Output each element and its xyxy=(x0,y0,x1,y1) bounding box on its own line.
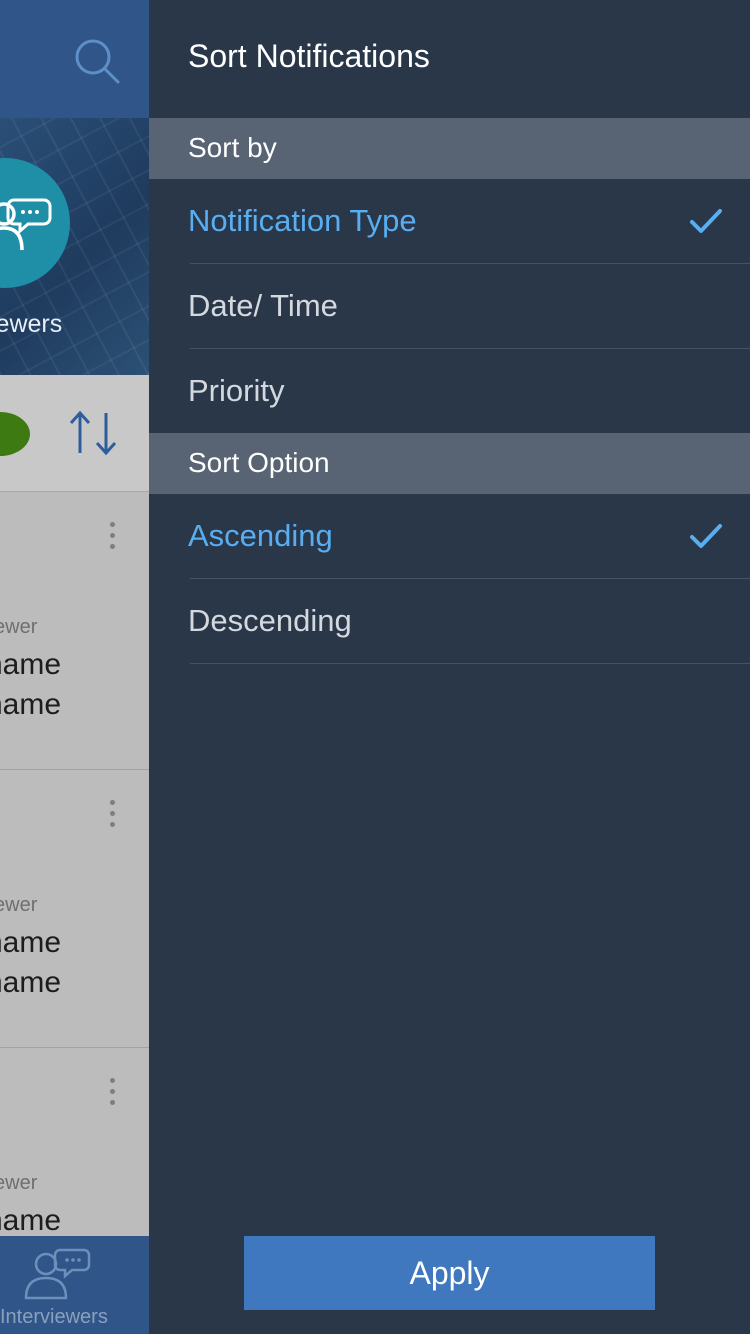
option-label: Date/ Time xyxy=(188,288,338,323)
search-icon[interactable] xyxy=(72,36,122,86)
filter-bar xyxy=(0,375,149,492)
sort-arrows-icon[interactable] xyxy=(66,409,124,459)
tab-bar: Interviewers xyxy=(0,1236,149,1334)
app-top-bar xyxy=(0,0,149,118)
interviewers-circle[interactable] xyxy=(0,158,70,288)
section-header-label: Sort Option xyxy=(188,447,330,478)
card-role: ewer xyxy=(0,894,38,916)
option-label: Priority xyxy=(188,373,285,408)
hero-banner: iewers xyxy=(0,118,149,375)
option-label: Notification Type xyxy=(188,203,417,238)
section-header-label: Sort by xyxy=(188,132,277,163)
option-label: Descending xyxy=(188,603,352,638)
option-date-time[interactable]: Date/ Time xyxy=(149,264,750,349)
more-vertical-icon[interactable] xyxy=(110,522,120,555)
option-notification-type[interactable]: Notification Type xyxy=(149,179,750,264)
list-item[interactable]: ewer name name xyxy=(0,770,149,1048)
card-name-line: name xyxy=(0,926,62,959)
section-header-sort-option: Sort Option xyxy=(149,433,750,494)
option-ascending[interactable]: Ascending xyxy=(149,494,750,579)
card-name-line: name xyxy=(0,648,62,681)
card-role: ewer xyxy=(0,616,38,638)
checkmark-icon xyxy=(690,209,722,233)
option-priority[interactable]: Priority xyxy=(149,349,750,434)
list-item[interactable]: ewer name name xyxy=(0,492,149,770)
sort-drawer: Sort Notifications Sort by Notification … xyxy=(149,0,750,1334)
option-descending[interactable]: Descending xyxy=(149,579,750,664)
divider xyxy=(190,663,750,664)
card-name-line: name xyxy=(0,1204,62,1237)
card-role: ewer xyxy=(0,1172,38,1194)
drawer-title: Sort Notifications xyxy=(188,38,430,74)
card-name-line: name xyxy=(0,688,62,721)
section-header-sort-by: Sort by xyxy=(149,118,750,179)
more-vertical-icon[interactable] xyxy=(110,800,120,833)
background-app: iewers ewer name name ewer name name ewe… xyxy=(0,0,149,1334)
option-label: Ascending xyxy=(188,518,333,553)
interviewers-icon[interactable] xyxy=(24,1244,94,1302)
tab-label-interviewers[interactable]: Interviewers xyxy=(0,1306,108,1329)
more-vertical-icon[interactable] xyxy=(110,1078,120,1111)
apply-button[interactable]: Apply xyxy=(244,1236,655,1310)
interviewers-icon xyxy=(0,198,52,251)
status-dot[interactable] xyxy=(0,412,30,456)
card-name-line: name xyxy=(0,966,62,999)
hero-label: iewers xyxy=(0,310,63,338)
checkmark-icon xyxy=(690,524,722,548)
